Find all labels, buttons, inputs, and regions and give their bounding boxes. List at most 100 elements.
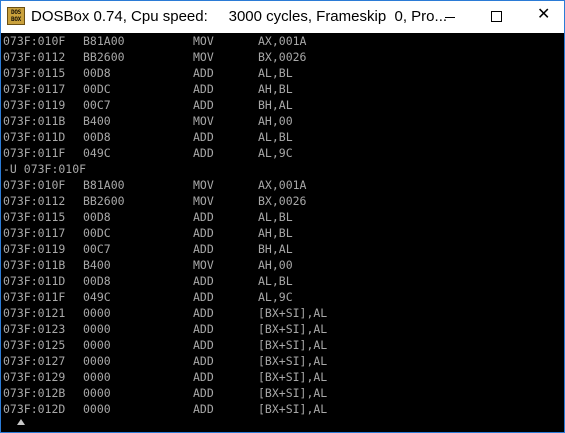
machine-code-text: 049C [83, 146, 111, 160]
operands-text: AH,BL [258, 226, 293, 240]
minimize-button[interactable] [431, 1, 471, 33]
disassembly-line: 073F:0129 0000 ADD [BX+SI],AL [1, 369, 564, 385]
address-text: 073F:012D [3, 402, 66, 416]
operands-text: BX,0026 [258, 50, 307, 64]
machine-code-text: BB2600 [83, 194, 125, 208]
operands-text: [BX+SI],AL [258, 354, 328, 368]
machine-code-text: 0000 [83, 322, 111, 336]
mnemonic-text: ADD [193, 226, 214, 240]
disassembly-line: 073F:011D 00D8 ADD AL,BL [1, 273, 564, 289]
disassembly-line: 073F:0121 0000 ADD [BX+SI],AL [1, 305, 564, 321]
mnemonic-text: MOV [193, 178, 214, 192]
machine-code-text: 00D8 [83, 210, 111, 224]
machine-code-text: 00C7 [83, 242, 111, 256]
address-text: 073F:010F [3, 34, 66, 48]
mnemonic-text: MOV [193, 114, 214, 128]
mnemonic-text: ADD [193, 242, 214, 256]
operands-text: AH,00 [258, 258, 293, 272]
address-text: 073F:0117 [3, 82, 66, 96]
address-text: 073F:0121 [3, 306, 66, 320]
disassembly-line: 073F:0117 00DC ADD AH,BL [1, 225, 564, 241]
machine-code-text: 00DC [83, 82, 111, 96]
operands-text: [BX+SI],AL [258, 338, 328, 352]
operands-text: [BX+SI],AL [258, 386, 328, 400]
machine-code-text: 00D8 [83, 130, 111, 144]
disassembly-line: 073F:011B B400 MOV AH,00 [1, 113, 564, 129]
machine-code-text: 0000 [83, 306, 111, 320]
address-text: 073F:010F [3, 178, 66, 192]
operands-text: AH,BL [258, 82, 293, 96]
dos-console[interactable]: 073F:010F B81A00 MOV AX,001A 073F:0112 BB2600… [1, 33, 564, 417]
disassembly-line: 073F:0115 00D8 ADD AL,BL [1, 209, 564, 225]
disassembly-line: 073F:0127 0000 ADD [BX+SI],AL [1, 353, 564, 369]
address-text: 073F:0129 [3, 370, 66, 384]
address-text: 073F:011B [3, 258, 66, 272]
app-icon-text-bottom: BOX [11, 16, 21, 23]
maximize-icon [491, 11, 502, 22]
operands-text: [BX+SI],AL [258, 402, 328, 416]
maximize-button[interactable] [477, 1, 517, 33]
disassembly-line: 073F:010F B81A00 MOV AX,001A [1, 177, 564, 193]
mnemonic-text: MOV [193, 34, 214, 48]
console-command-line: -U 073F:010F [1, 161, 564, 177]
dosbox-app-icon[interactable]: DOS BOX [7, 7, 25, 25]
minimize-icon [445, 17, 455, 18]
machine-code-text: 00DC [83, 226, 111, 240]
operands-text: AX,001A [258, 178, 307, 192]
mnemonic-text: ADD [193, 290, 214, 304]
mnemonic-text: MOV [193, 194, 214, 208]
address-text: 073F:011D [3, 130, 66, 144]
mnemonic-text: ADD [193, 370, 214, 384]
address-text: 073F:0119 [3, 242, 66, 256]
close-button[interactable]: ✕ [523, 1, 563, 33]
operands-text: AL,BL [258, 210, 293, 224]
mnemonic-text: MOV [193, 258, 214, 272]
disassembly-line: 073F:012D 0000 ADD [BX+SI],AL [1, 401, 564, 417]
operands-text: AL,BL [258, 130, 293, 144]
disassembly-line: 073F:0117 00DC ADD AH,BL [1, 81, 564, 97]
mnemonic-text: ADD [193, 274, 214, 288]
disassembly-line: 073F:0112 BB2600 MOV BX,0026 [1, 193, 564, 209]
dosbox-window: DOS BOX DOSBox 0.74, Cpu speed: 3000 cyc… [0, 0, 565, 433]
address-text: 073F:0112 [3, 194, 66, 208]
console-bottom-bar [1, 417, 564, 432]
operands-text: BH,AL [258, 98, 293, 112]
disassembly-line: 073F:0112 BB2600 MOV BX,0026 [1, 49, 564, 65]
address-text: 073F:0125 [3, 338, 66, 352]
disassembly-line: 073F:011B B400 MOV AH,00 [1, 257, 564, 273]
address-text: 073F:012B [3, 386, 66, 400]
operands-text: AX,001A [258, 34, 307, 48]
operands-text: [BX+SI],AL [258, 322, 328, 336]
mnemonic-text: ADD [193, 354, 214, 368]
title-bar[interactable]: DOS BOX DOSBox 0.74, Cpu speed: 3000 cyc… [1, 1, 564, 33]
disassembly-line: 073F:0123 0000 ADD [BX+SI],AL [1, 321, 564, 337]
operands-text: AL,9C [258, 146, 293, 160]
mnemonic-text: ADD [193, 306, 214, 320]
machine-code-text: 0000 [83, 386, 111, 400]
machine-code-text: B81A00 [83, 34, 125, 48]
address-text: 073F:0119 [3, 98, 66, 112]
address-text: 073F:011F [3, 290, 66, 304]
machine-code-text: 0000 [83, 402, 111, 416]
disassembly-line: 073F:0125 0000 ADD [BX+SI],AL [1, 337, 564, 353]
machine-code-text: 0000 [83, 370, 111, 384]
address-text: 073F:0112 [3, 50, 66, 64]
mnemonic-text: ADD [193, 210, 214, 224]
disassembly-line: 073F:0119 00C7 ADD BH,AL [1, 241, 564, 257]
operands-text: [BX+SI],AL [258, 306, 328, 320]
address-text: 073F:0123 [3, 322, 66, 336]
machine-code-text: 0000 [83, 338, 111, 352]
address-text: 073F:011F [3, 146, 66, 160]
machine-code-text: B400 [83, 114, 111, 128]
mnemonic-text: ADD [193, 66, 214, 80]
disassembly-line: 073F:010F B81A00 MOV AX,001A [1, 33, 564, 49]
mnemonic-text: ADD [193, 322, 214, 336]
close-icon: ✕ [537, 4, 551, 23]
address-text: 073F:0127 [3, 354, 66, 368]
disassembly-line: 073F:011F 049C ADD AL,9C [1, 289, 564, 305]
machine-code-text: B81A00 [83, 178, 125, 192]
address-text: 073F:011D [3, 274, 66, 288]
operands-text: AH,00 [258, 114, 293, 128]
machine-code-text: 049C [83, 290, 111, 304]
operands-text: AL,9C [258, 290, 293, 304]
